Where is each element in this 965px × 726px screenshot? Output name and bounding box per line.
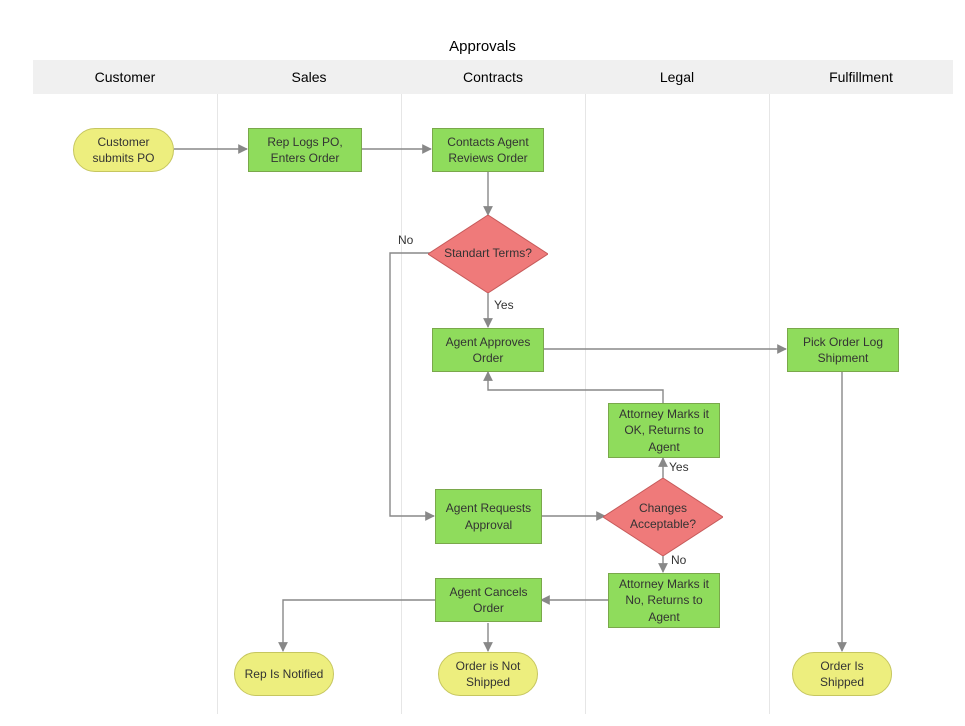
decision-standard-terms: Standart Terms?: [428, 215, 548, 293]
process-attorney-marks-ok: Attorney Marks it OK, Returns to Agent: [608, 403, 720, 458]
diagram-title: Approvals: [0, 38, 965, 55]
decision-label: Standart Terms?: [428, 215, 548, 293]
process-attorney-marks-no: Attorney Marks it No, Returns to Agent: [608, 573, 720, 628]
lane-divider: [769, 94, 770, 714]
process-contacts-agent-reviews: Contacts Agent Reviews Order: [432, 128, 544, 172]
process-pick-order-log-shipment: Pick Order Log Shipment: [787, 328, 899, 372]
process-rep-logs-po: Rep Logs PO, Enters Order: [248, 128, 362, 172]
lane-header-sales: Sales: [217, 60, 401, 94]
terminator-customer-submits-po: Customer submits PO: [73, 128, 174, 172]
edge-label-yes: Yes: [494, 298, 514, 312]
process-agent-approves-order: Agent Approves Order: [432, 328, 544, 372]
lane-header-customer: Customer: [33, 60, 217, 94]
lane-divider: [585, 94, 586, 714]
diagram-canvas: Approvals Customer Sales Contracts Legal…: [0, 0, 965, 726]
decision-changes-acceptable: Changes Acceptable?: [603, 478, 723, 556]
terminator-order-shipped: Order Is Shipped: [792, 652, 892, 696]
edge-label-no: No: [671, 553, 686, 567]
terminator-rep-notified: Rep Is Notified: [234, 652, 334, 696]
process-agent-requests-approval: Agent Requests Approval: [435, 489, 542, 544]
edge-label-yes: Yes: [669, 460, 689, 474]
lane-divider: [401, 94, 402, 714]
lane-header-fulfillment: Fulfillment: [769, 60, 953, 94]
process-agent-cancels-order: Agent Cancels Order: [435, 578, 542, 622]
decision-label: Changes Acceptable?: [603, 478, 723, 556]
terminator-order-not-shipped: Order is Not Shipped: [438, 652, 538, 696]
lane-divider: [217, 94, 218, 714]
lane-header-contracts: Contracts: [401, 60, 585, 94]
lane-header-legal: Legal: [585, 60, 769, 94]
edge-label-no: No: [398, 233, 413, 247]
